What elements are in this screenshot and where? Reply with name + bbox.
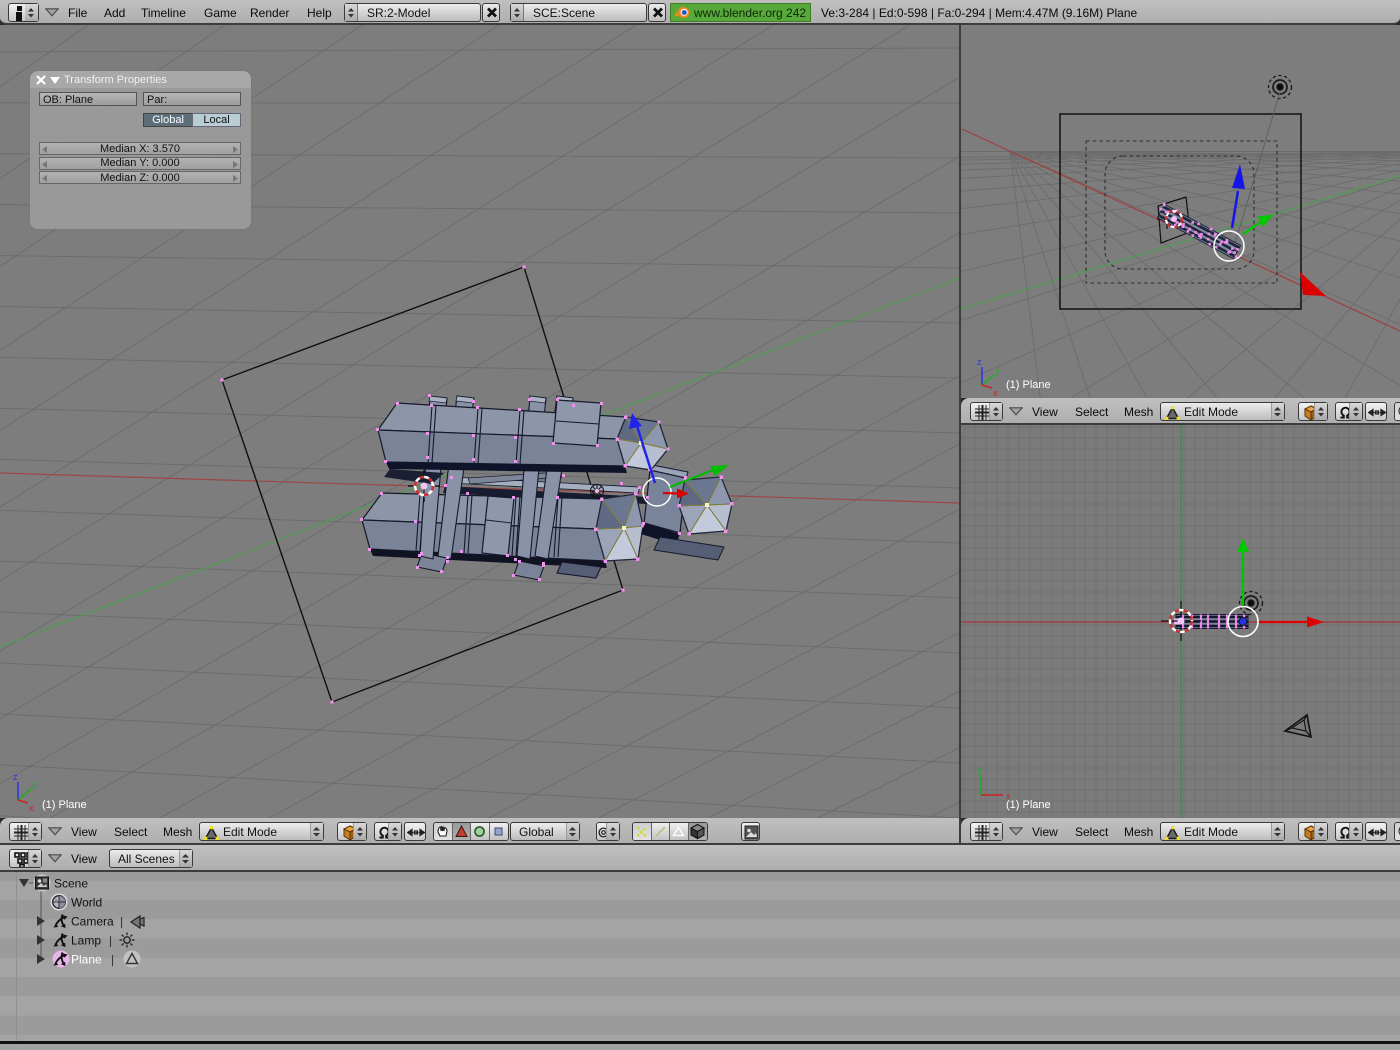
svg-text:Scene: Scene	[54, 877, 88, 891]
svg-text:World: World	[71, 896, 102, 910]
svg-text:z: z	[977, 357, 982, 367]
svg-text:x: x	[993, 388, 998, 398]
svg-text:|: |	[111, 953, 114, 967]
svg-text:(1) Plane: (1) Plane	[42, 799, 87, 811]
svg-text:Camera: Camera	[71, 915, 114, 929]
svg-text:x: x	[29, 803, 34, 813]
svg-text:y: y	[995, 366, 1000, 376]
svg-text:y: y	[32, 780, 37, 790]
svg-text:(1) Plane: (1) Plane	[1006, 379, 1051, 391]
svg-text:|: |	[120, 915, 123, 929]
svg-text:|: |	[109, 934, 112, 948]
svg-text:Lamp: Lamp	[71, 934, 101, 948]
svg-text:z: z	[13, 772, 18, 782]
svg-text:y: y	[977, 765, 982, 775]
svg-text:(1) Plane: (1) Plane	[1006, 799, 1051, 811]
svg-text:Plane: Plane	[71, 953, 102, 967]
